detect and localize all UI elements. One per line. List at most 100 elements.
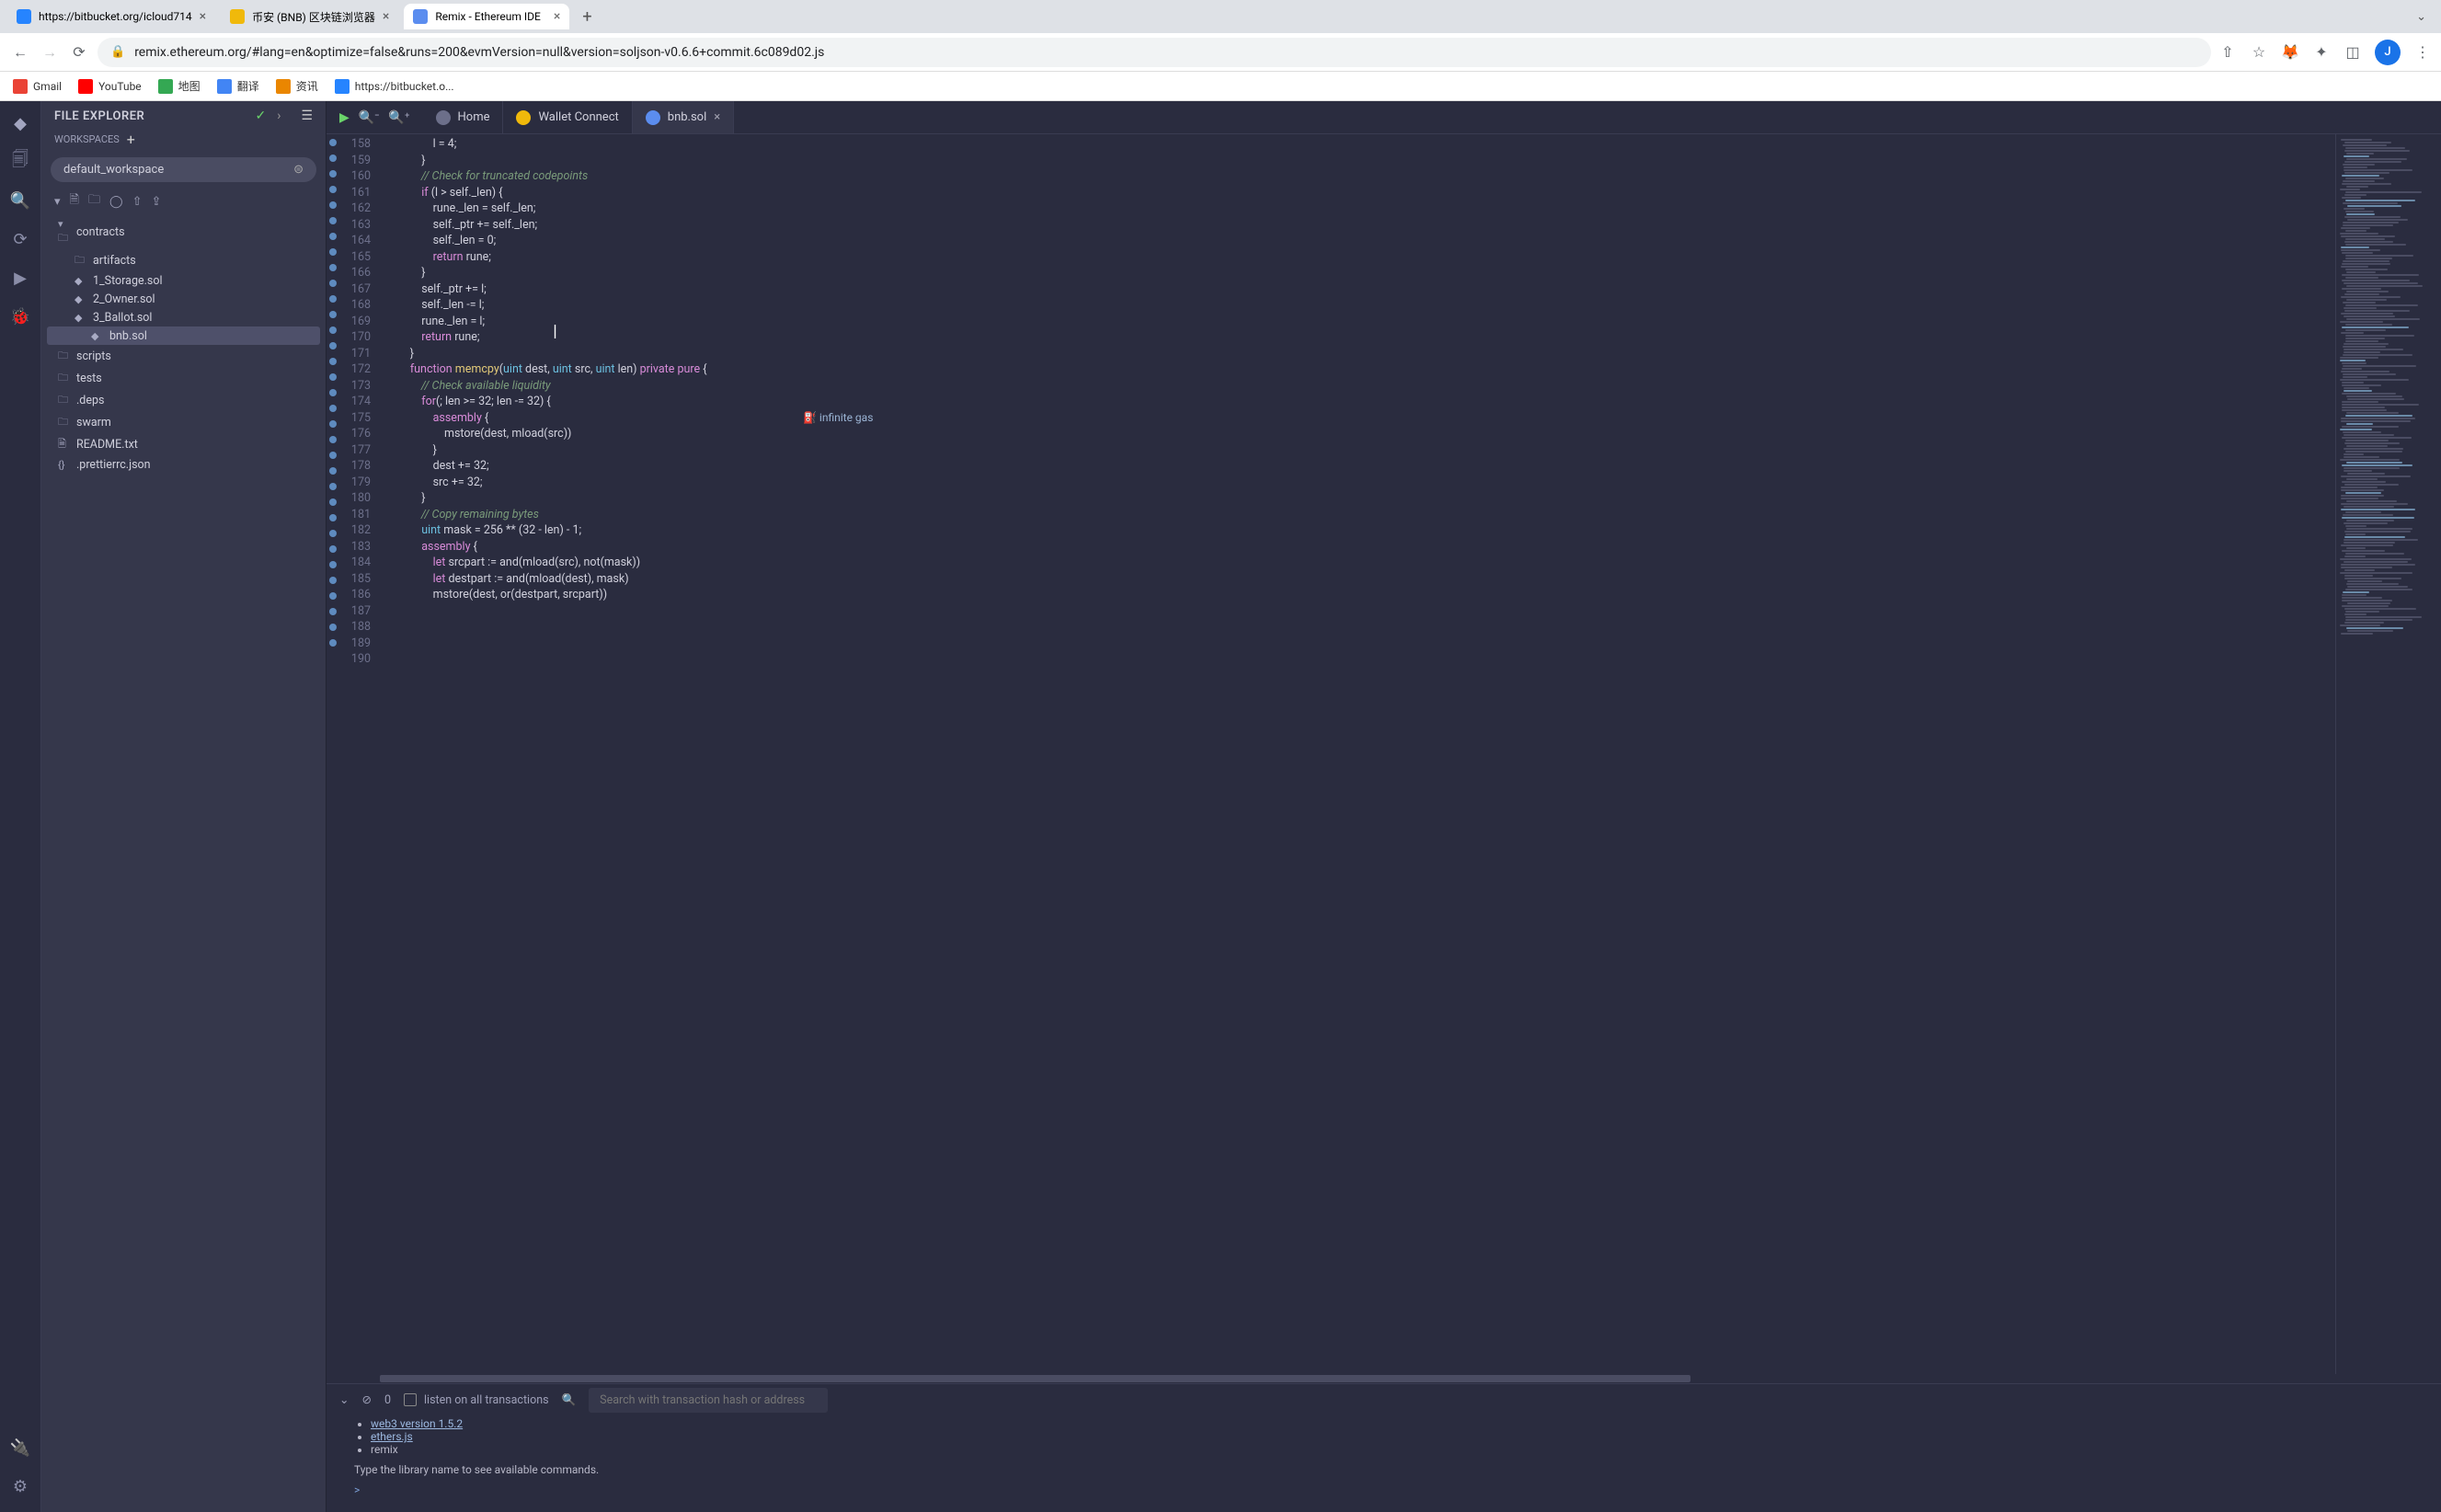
metamask-icon[interactable]: 🦊: [2281, 43, 2299, 62]
pending-tx-count: 0: [384, 1393, 391, 1407]
bookmark-news[interactable]: 资讯: [276, 78, 318, 94]
chrome-menu-icon[interactable]: ⋮: [2413, 43, 2432, 62]
profile-avatar[interactable]: J: [2375, 40, 2401, 65]
file-tree: ▾ 🗀contracts🗀artifacts◆1_Storage.sol◆2_O…: [41, 215, 326, 1512]
checkbox-label: listen on all transactions: [424, 1393, 549, 1407]
upload-folder-icon[interactable]: ⇪: [151, 195, 161, 209]
bookmark-bitbucket[interactable]: https://bitbucket.o...: [335, 79, 454, 94]
bookmark-label: YouTube: [98, 80, 142, 93]
menu-icon[interactable]: ☰: [301, 109, 313, 123]
terminal-link-web3[interactable]: web3 version 1.5.2: [371, 1417, 463, 1430]
code-line: // Copy remaining bytes: [387, 507, 2335, 523]
tree-item-swarm[interactable]: 🗀swarm: [41, 411, 326, 433]
tree-item-2_Owner-sol[interactable]: ◆2_Owner.sol: [41, 290, 326, 308]
forward-button[interactable]: →: [39, 41, 61, 63]
tab-title: 币安 (BNB) 区块链浏览器: [252, 9, 375, 25]
settings-icon[interactable]: ⚙: [7, 1473, 33, 1499]
browser-tab-remix[interactable]: Remix - Ethereum IDE ×: [404, 4, 569, 29]
tree-item--prettierrc-json[interactable]: {}.prettierrc.json: [41, 455, 326, 474]
code-line: mstore(dest, mload(src)): [387, 426, 2335, 442]
tree-item-artifacts[interactable]: 🗀artifacts: [41, 249, 326, 271]
tree-item-1_Storage-sol[interactable]: ◆1_Storage.sol: [41, 271, 326, 290]
search-icon[interactable]: 🔍: [7, 188, 33, 213]
compiler-icon[interactable]: ⟳: [7, 226, 33, 252]
terminal-search-input[interactable]: [589, 1388, 828, 1413]
terminal-prompt[interactable]: >: [354, 1476, 2413, 1496]
code-area[interactable]: infinite gas l = 4; } // Check for trunc…: [380, 134, 2335, 1374]
home-icon: [436, 110, 451, 125]
tab-label: Wallet Connect: [538, 110, 618, 124]
terminal-output[interactable]: web3 version 1.5.2 ethers.js remix Type …: [327, 1415, 2441, 1512]
upload-icon[interactable]: ⇧: [132, 195, 143, 209]
tree-item-README-txt[interactable]: 🗎README.txt: [41, 433, 326, 455]
new-folder-icon[interactable]: 🗀: [88, 191, 100, 212]
bookmark-label: 地图: [178, 78, 201, 94]
plugin-manager-icon[interactable]: 🔌: [7, 1435, 33, 1460]
file-explorer-icon[interactable]: 🗐: [7, 149, 33, 175]
workspace-selector[interactable]: default_workspace ⊜: [51, 157, 316, 182]
tree-item-bnb-sol[interactable]: ◆bnb.sol: [47, 326, 320, 345]
tree-label: scripts: [76, 349, 111, 363]
zoom-out-icon[interactable]: 🔍⁻: [359, 110, 380, 125]
chevron-right-icon[interactable]: ›: [277, 109, 281, 123]
close-icon[interactable]: ×: [554, 9, 560, 24]
translate-icon: [217, 79, 232, 94]
reload-button[interactable]: ⟳: [68, 41, 90, 63]
share-icon[interactable]: ⇧: [2218, 43, 2237, 62]
tabs-overflow-icon[interactable]: ⌄: [2416, 10, 2434, 24]
extensions-icon[interactable]: ✦: [2312, 43, 2331, 62]
editor[interactable]: 1581591601611621631641651661671681691701…: [327, 134, 2441, 1374]
new-file-icon[interactable]: 🗎: [70, 191, 79, 212]
browser-tab-bscscan[interactable]: 币安 (BNB) 区块链浏览器 ×: [221, 4, 398, 30]
close-icon[interactable]: ×: [714, 110, 720, 124]
clear-icon[interactable]: ⊘: [361, 1392, 371, 1407]
bookmark-maps[interactable]: 地图: [158, 78, 201, 94]
compile-check-icon[interactable]: ✓: [255, 109, 266, 123]
deploy-icon[interactable]: ▶: [7, 265, 33, 291]
run-script-icon[interactable]: ▶: [339, 110, 350, 125]
back-button[interactable]: ←: [9, 41, 31, 63]
search-icon[interactable]: 🔍: [562, 1393, 577, 1407]
code-line: return rune;: [387, 329, 2335, 346]
folder-icon: 🗀: [58, 392, 71, 409]
tree-item-tests[interactable]: 🗀tests: [41, 367, 326, 389]
collapse-icon[interactable]: ▾: [54, 195, 61, 209]
bookmark-translate[interactable]: 翻译: [217, 78, 259, 94]
terminal-toggle-icon[interactable]: ⌄: [339, 1392, 349, 1407]
folder-icon: 🗀: [74, 252, 87, 269]
bookmark-star-icon[interactable]: ☆: [2250, 43, 2268, 62]
tree-item-scripts[interactable]: 🗀scripts: [41, 345, 326, 367]
sidepanel-icon[interactable]: ◫: [2344, 43, 2362, 62]
tree-label: tests: [76, 372, 102, 385]
zoom-in-icon[interactable]: 🔍⁺: [388, 110, 409, 125]
terminal-link-ethers[interactable]: ethers.js: [371, 1430, 413, 1443]
new-tab-button[interactable]: +: [575, 6, 599, 29]
debugger-icon[interactable]: 🐞: [7, 304, 33, 329]
close-icon[interactable]: ×: [383, 9, 389, 24]
code-line: let srcpart := and(mload(src), not(mask)…: [387, 555, 2335, 571]
github-icon[interactable]: ◯: [109, 195, 123, 209]
browser-tab-bitbucket[interactable]: https://bitbucket.org/icloud714 ×: [7, 4, 215, 29]
bookmark-gmail[interactable]: Gmail: [13, 79, 62, 94]
editor-tab-wallet[interactable]: Wallet Connect: [503, 101, 632, 133]
bookmark-youtube[interactable]: YouTube: [78, 79, 142, 94]
editor-tab-home[interactable]: Home: [423, 101, 504, 133]
remix-logo-icon[interactable]: ◆: [7, 110, 33, 136]
horizontal-scrollbar[interactable]: [327, 1374, 2441, 1383]
scrollbar-thumb[interactable]: [380, 1375, 1690, 1382]
gmail-icon: [13, 79, 28, 94]
tree-item-contracts[interactable]: ▾ 🗀contracts: [41, 215, 326, 249]
url-input[interactable]: 🔒 remix.ethereum.org/#lang=en&optimize=f…: [97, 38, 2211, 67]
code-line: mstore(dest, or(destpart, srcpart)): [387, 587, 2335, 603]
code-line: assembly {: [387, 539, 2335, 556]
add-workspace-icon[interactable]: +: [127, 131, 135, 148]
listen-checkbox[interactable]: listen on all transactions: [404, 1393, 549, 1407]
remix-app: ◆ 🗐 🔍 ⟳ ▶ 🐞 🔌 ⚙ FILE EXPLORER ✓ › ☰ WORK…: [0, 101, 2441, 1512]
close-icon[interactable]: ×: [200, 9, 206, 24]
editor-tab-file[interactable]: bnb.sol ×: [633, 101, 734, 133]
minimap[interactable]: [2335, 134, 2441, 1374]
breakpoint-gutter[interactable]: [327, 134, 339, 1374]
tree-item--deps[interactable]: 🗀.deps: [41, 389, 326, 411]
tree-item-3_Ballot-sol[interactable]: ◆3_Ballot.sol: [41, 308, 326, 326]
url-text: remix.ethereum.org/#lang=en&optimize=fal…: [134, 45, 824, 60]
